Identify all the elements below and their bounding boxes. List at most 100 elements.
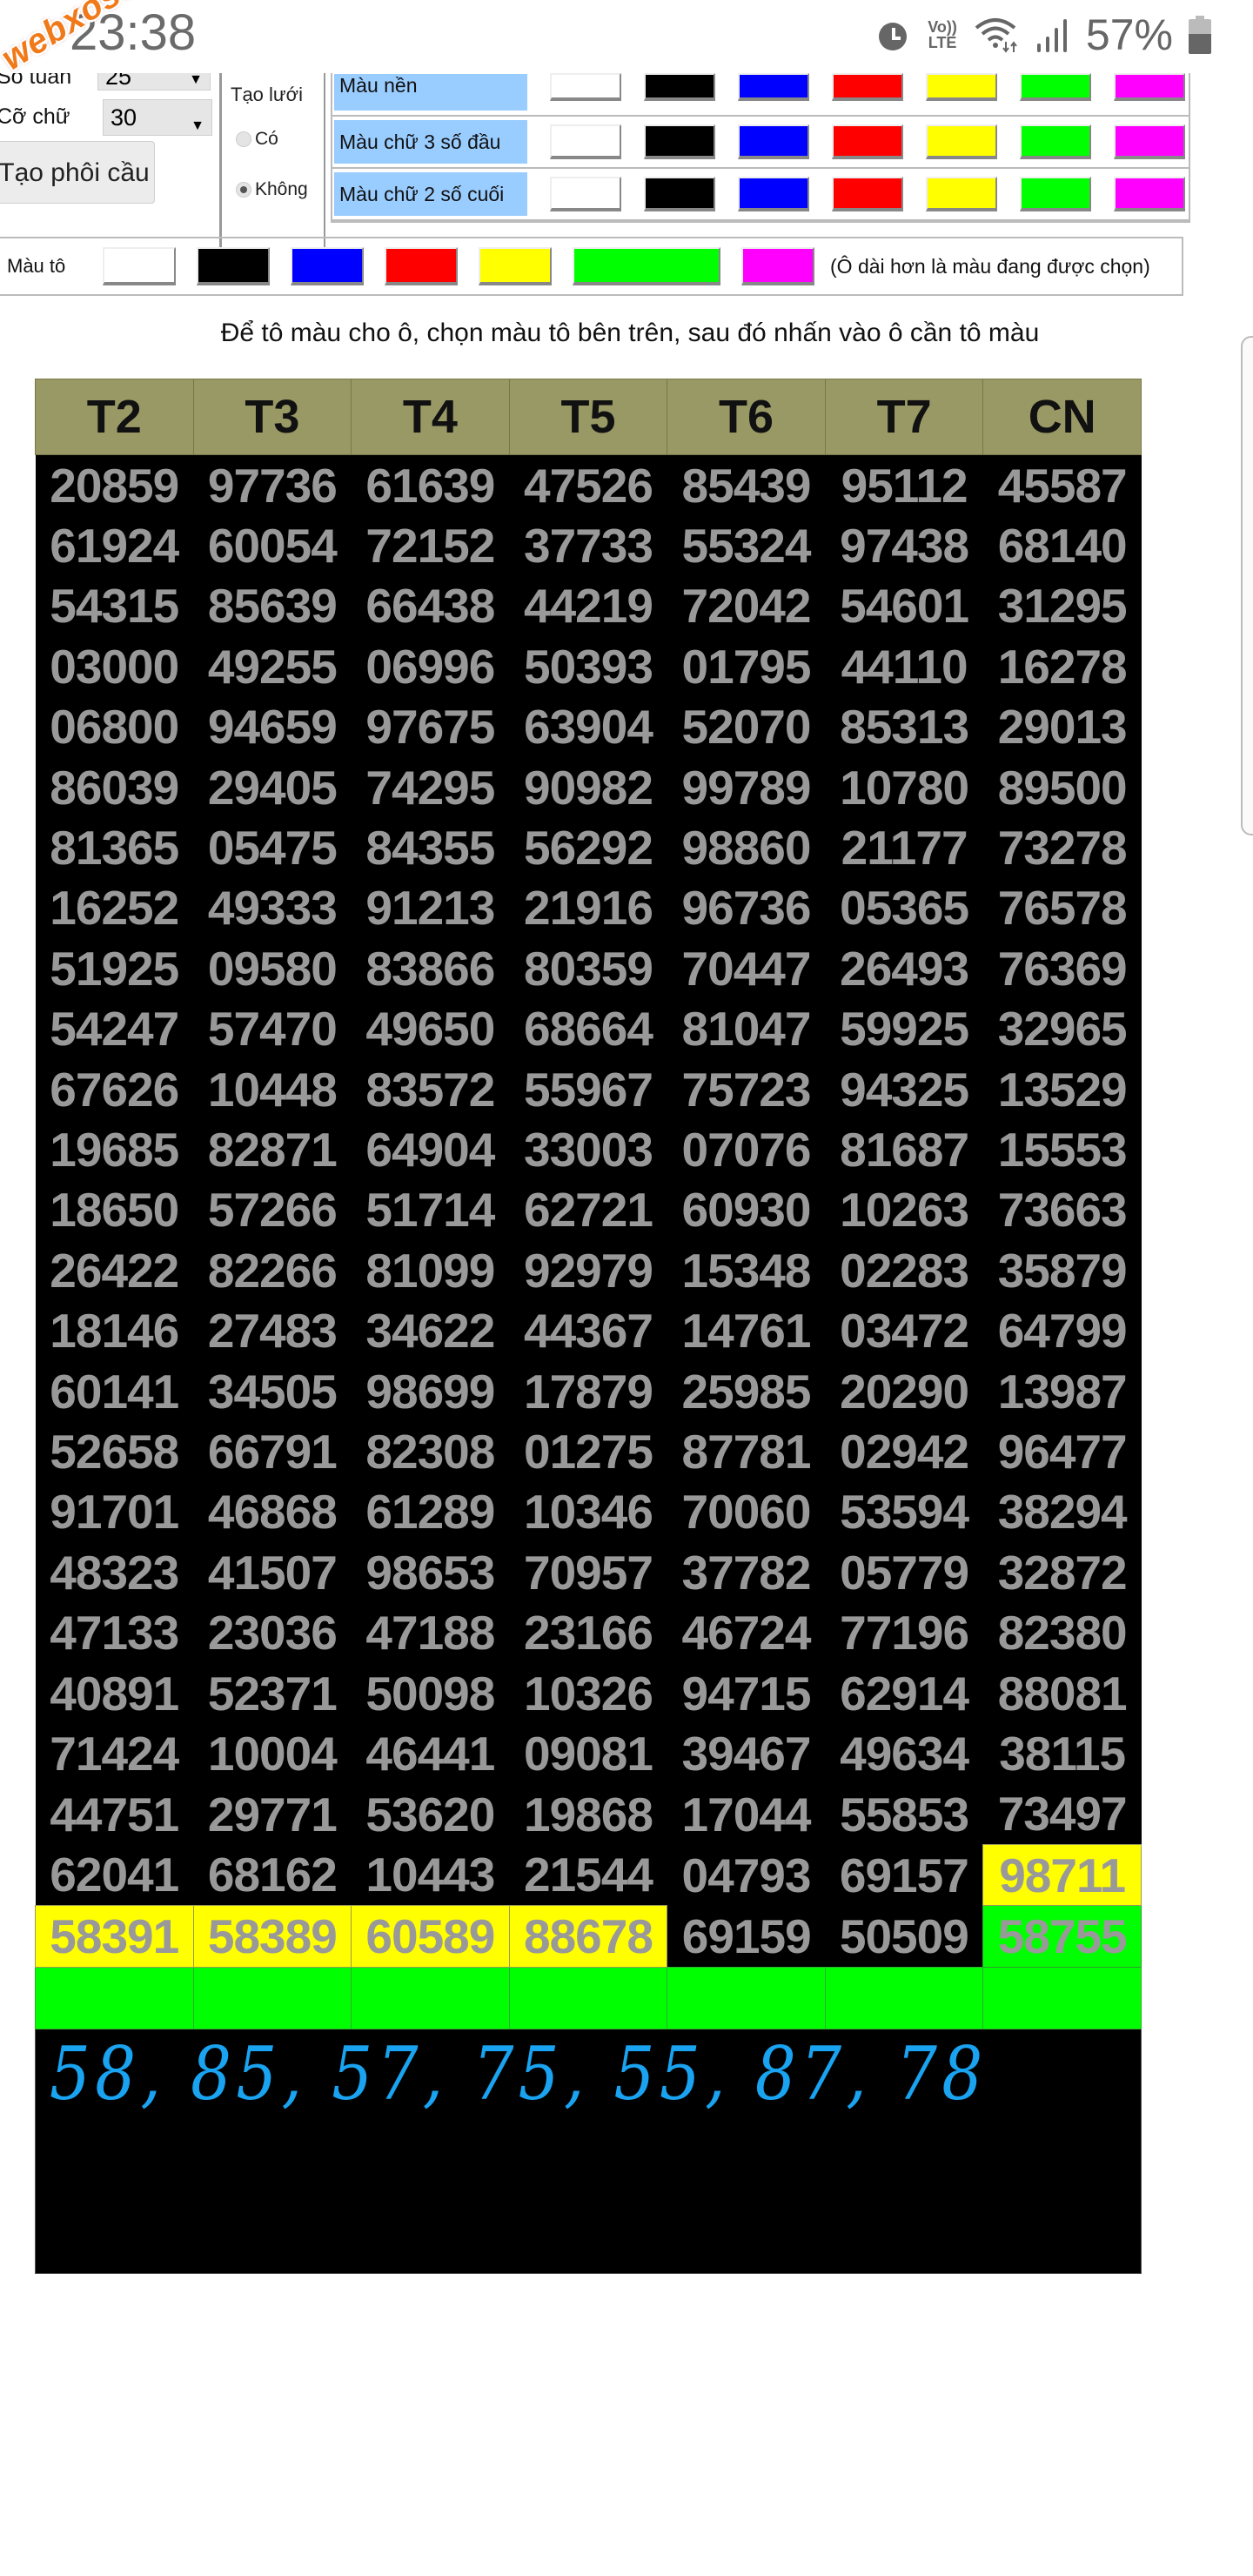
color-swatch[interactable] [1020,73,1091,101]
table-cell[interactable]: 89500 [982,756,1142,818]
table-cell[interactable]: 95112 [825,454,983,516]
color-swatch[interactable] [550,124,621,159]
table-cell[interactable]: 17879 [509,1360,667,1422]
table-cell[interactable]: 55853 [825,1783,983,1845]
table-cell[interactable]: 40891 [35,1662,194,1724]
color-swatch[interactable] [738,177,809,211]
table-cell[interactable]: 02942 [825,1421,983,1482]
table-cell[interactable]: 94659 [193,696,352,757]
table-cell[interactable]: 44751 [35,1783,194,1845]
table-cell[interactable]: 15348 [667,1240,826,1301]
table-cell[interactable]: 21544 [509,1844,667,1906]
table-cell[interactable]: 52658 [35,1421,194,1482]
table-cell[interactable]: 57266 [193,1179,352,1241]
table-cell[interactable]: 76578 [982,877,1142,939]
font-size-select[interactable]: 30 ▼ [103,99,212,136]
table-cell-empty[interactable] [667,1966,826,2029]
table-cell[interactable]: 81047 [667,998,826,1059]
table-cell[interactable]: 73497 [982,1783,1142,1845]
table-cell[interactable]: 83572 [351,1058,510,1120]
table-cell[interactable]: 25985 [667,1360,826,1422]
table-cell-empty[interactable] [35,1966,194,2029]
table-cell[interactable]: 54601 [825,575,983,637]
fill-color-swatch[interactable] [573,247,720,285]
table-cell[interactable]: 13987 [982,1360,1142,1422]
table-cell[interactable]: 50098 [351,1662,510,1724]
table-cell[interactable]: 39467 [667,1723,826,1784]
table-cell[interactable]: 35879 [982,1240,1142,1301]
table-cell[interactable]: 91701 [35,1481,194,1543]
table-cell[interactable]: 49255 [193,636,352,697]
table-cell-empty[interactable] [351,1966,510,2029]
table-cell[interactable]: 07076 [667,1119,826,1180]
table-cell[interactable]: 41507 [193,1542,352,1603]
table-cell[interactable]: 60589 [351,1905,510,1968]
table-cell[interactable]: 49333 [193,877,352,939]
color-swatch[interactable] [738,124,809,159]
table-cell-empty[interactable] [192,1966,352,2029]
table-cell[interactable]: 97736 [193,454,352,516]
fill-color-swatch[interactable] [479,247,552,285]
table-cell[interactable]: 60141 [35,1360,194,1422]
color-swatch[interactable] [832,177,903,211]
table-cell[interactable]: 10448 [193,1058,352,1120]
color-swatch[interactable] [832,73,903,101]
table-cell[interactable]: 32965 [982,998,1142,1059]
table-cell[interactable]: 05365 [825,877,983,939]
table-cell[interactable]: 01795 [667,636,826,697]
table-cell[interactable]: 92979 [509,1240,667,1301]
table-cell[interactable]: 45587 [982,454,1142,516]
table-cell[interactable]: 60930 [667,1179,826,1241]
table-cell[interactable]: 82308 [351,1421,510,1482]
color-swatch[interactable] [738,73,809,101]
fill-color-swatch[interactable] [197,247,270,285]
radio-grid-no[interactable]: Không [236,179,308,200]
table-cell[interactable]: 98653 [351,1542,510,1603]
table-cell[interactable]: 72042 [667,575,826,637]
table-cell[interactable]: 67626 [35,1058,194,1120]
table-cell[interactable]: 85313 [825,696,983,757]
table-cell[interactable]: 94325 [825,1058,983,1120]
table-cell[interactable]: 44110 [825,636,983,697]
table-cell[interactable]: 10346 [509,1481,667,1543]
table-cell[interactable]: 09580 [193,938,352,999]
table-cell[interactable]: 19868 [509,1783,667,1845]
table-cell[interactable]: 52371 [193,1662,352,1724]
table-cell[interactable]: 29013 [982,696,1142,757]
table-cell[interactable]: 37733 [509,515,667,576]
table-cell[interactable]: 21177 [825,817,983,878]
table-cell[interactable]: 53594 [825,1481,983,1543]
color-swatch[interactable] [926,177,997,211]
table-cell[interactable]: 80359 [509,938,667,999]
color-swatch[interactable] [926,73,997,101]
color-swatch[interactable] [644,73,715,101]
color-swatch[interactable] [1020,177,1091,211]
table-cell[interactable]: 32872 [982,1542,1142,1603]
table-cell[interactable]: 17044 [667,1783,826,1845]
table-cell[interactable]: 81099 [351,1240,510,1301]
color-swatch[interactable] [926,124,997,159]
table-cell[interactable]: 99789 [667,756,826,818]
table-cell[interactable]: 55967 [509,1058,667,1120]
table-cell[interactable]: 20290 [825,1360,983,1422]
table-cell[interactable]: 31295 [982,575,1142,637]
table-cell[interactable]: 38115 [982,1723,1142,1784]
table-cell[interactable]: 59925 [825,998,983,1059]
color-swatch[interactable] [1114,177,1185,211]
table-cell[interactable]: 82871 [193,1119,352,1180]
table-cell[interactable]: 86039 [35,756,194,818]
table-cell[interactable]: 10004 [193,1723,352,1784]
table-cell[interactable]: 96477 [982,1421,1142,1482]
table-cell[interactable]: 85439 [667,454,826,516]
table-cell[interactable]: 03000 [35,636,194,697]
table-cell[interactable]: 90982 [509,756,667,818]
table-cell[interactable]: 47526 [509,454,667,516]
table-cell[interactable]: 44367 [509,1300,667,1361]
table-cell[interactable]: 49634 [825,1723,983,1784]
table-cell[interactable]: 66791 [193,1421,352,1482]
table-cell[interactable]: 15553 [982,1119,1142,1180]
table-cell[interactable]: 01275 [509,1421,667,1482]
fill-color-swatch[interactable] [741,247,814,285]
table-cell[interactable]: 57470 [193,998,352,1059]
table-cell[interactable]: 96736 [667,877,826,939]
